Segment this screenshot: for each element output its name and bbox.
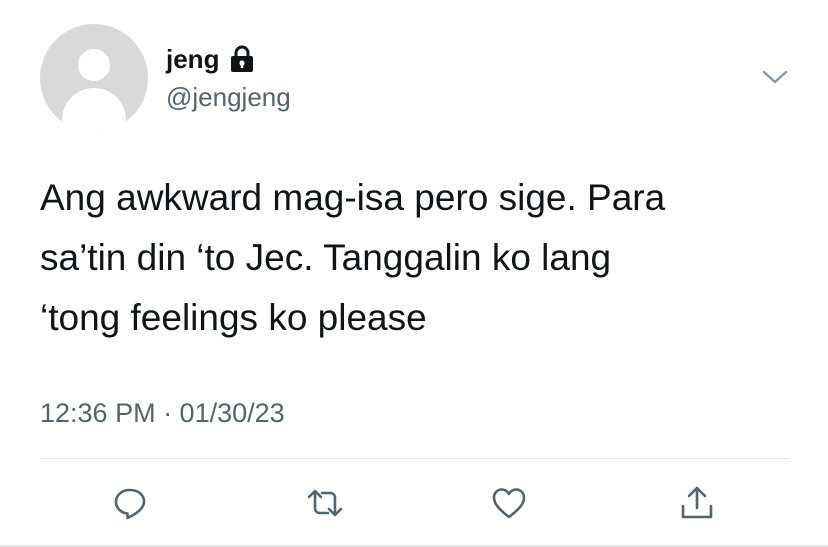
tweet-timestamp[interactable]: 12:36 PM · 01/30/23 (40, 395, 285, 431)
avatar-head (78, 49, 110, 81)
tweet-text: Ang awkward mag-isa pero sige. Para sa’t… (40, 177, 666, 338)
divider (40, 458, 790, 459)
like-button[interactable] (484, 478, 534, 528)
display-name[interactable]: jeng (166, 42, 219, 76)
lock-icon (229, 45, 255, 73)
user-name-row: jeng (166, 42, 255, 76)
retweet-icon (307, 489, 343, 517)
reply-button[interactable] (105, 478, 155, 528)
heart-icon (492, 488, 526, 519)
retweet-button[interactable] (300, 478, 350, 528)
action-bar (0, 478, 828, 528)
default-avatar-icon[interactable] (40, 24, 148, 132)
share-icon (681, 486, 713, 519)
tweet-card: jeng @jengjeng Ang awkward mag-isa pero … (0, 0, 828, 547)
share-button[interactable] (672, 478, 722, 528)
chevron-down-icon[interactable] (760, 66, 790, 88)
user-handle[interactable]: @jengjeng (166, 80, 291, 114)
reply-icon (114, 488, 146, 520)
avatar-shoulders (62, 88, 126, 132)
